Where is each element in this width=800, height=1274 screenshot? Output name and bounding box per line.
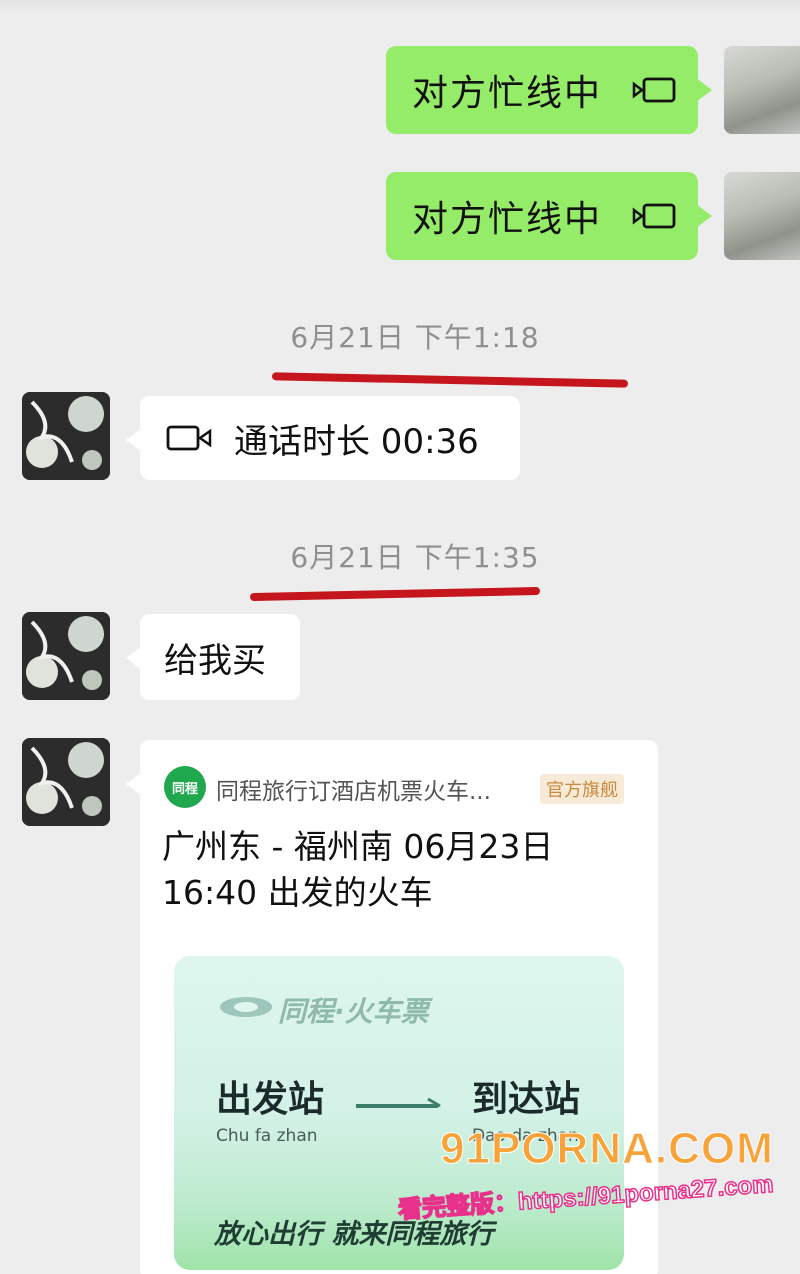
timestamp: 6月21日 下午1:35 (290, 541, 540, 574)
card-title: 广州东 - 福州南 06月23日 16:40 出发的火车 (162, 824, 642, 916)
red-underline-annotation (271, 372, 629, 388)
card-title-line-1: 广州东 - 福州南 06月23日 (162, 827, 554, 866)
video-camera-icon (166, 423, 212, 453)
video-call-icon (632, 201, 678, 231)
sent-message-busy-1[interactable]: 对方忙线中 (386, 46, 712, 134)
video-call-icon (632, 75, 678, 105)
message-text: 对方忙线中 (412, 199, 603, 240)
card-title-line-2: 16:40 出发的火车 (162, 873, 433, 912)
my-avatar[interactable] (724, 46, 800, 134)
arrow-right-icon (354, 1096, 444, 1116)
mini-program-name: 同程旅行订酒店机票火车... (216, 779, 491, 805)
red-underline-annotation (249, 586, 541, 602)
top-edge (0, 0, 800, 14)
message-text: 给我买 (164, 640, 266, 681)
message-text: 对方忙线中 (412, 73, 603, 114)
tongcheng-logo-icon: 同程 (164, 766, 206, 808)
contact-avatar[interactable] (22, 392, 110, 480)
call-duration-text: 通话时长 00:36 (234, 421, 479, 462)
sent-message-busy-2[interactable]: 对方忙线中 (386, 172, 712, 260)
depart-pinyin: Chu fa zhan (216, 1126, 318, 1146)
contact-avatar[interactable] (22, 612, 110, 700)
official-badge: 官方旗舰 (540, 774, 624, 804)
received-call-record[interactable]: 通话时长 00:36 (126, 396, 520, 480)
my-avatar[interactable] (724, 172, 800, 260)
timestamp: 6月21日 下午1:18 (290, 321, 540, 354)
contact-avatar[interactable] (22, 738, 110, 826)
train-logo-icon (218, 994, 274, 1024)
ticket-brand: 同程·火车票 (278, 995, 429, 1028)
arrive-label: 到达站 (472, 1079, 581, 1120)
depart-label: 出发站 (216, 1079, 325, 1120)
received-text-message[interactable]: 给我买 (126, 614, 300, 700)
depart-station: 出发站 Chu fa zhan (216, 1070, 324, 1146)
